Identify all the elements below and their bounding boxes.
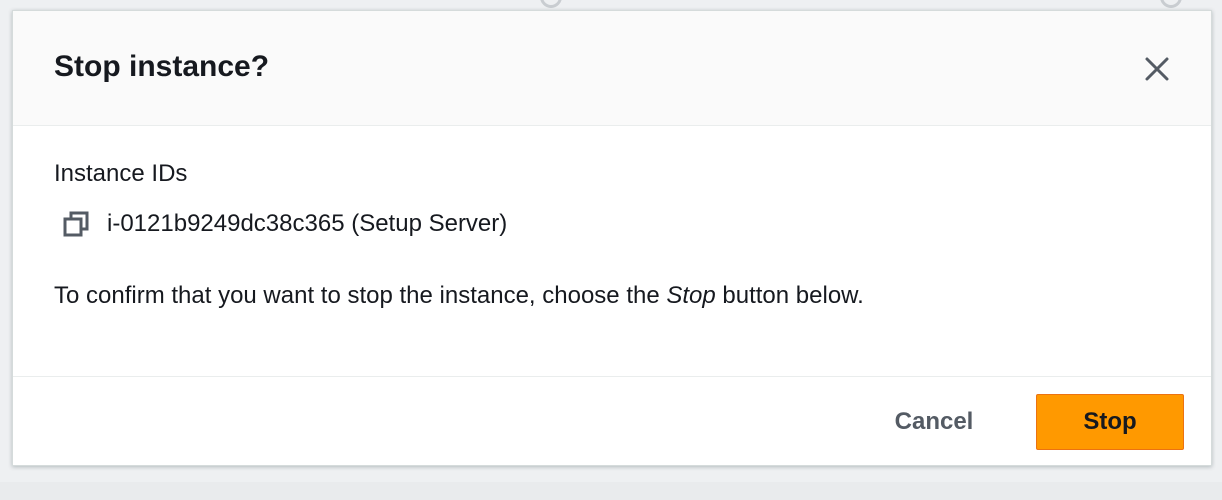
- close-button[interactable]: [1141, 53, 1173, 85]
- close-icon: [1145, 57, 1169, 81]
- instance-id-value: i-0121b9249dc38c365 (Setup Server): [107, 210, 508, 237]
- confirmation-prefix: To confirm that you want to stop the ins…: [54, 282, 667, 309]
- cancel-button[interactable]: Cancel: [869, 394, 999, 450]
- confirmation-emphasis: Stop: [666, 282, 716, 309]
- confirmation-suffix: button below.: [715, 282, 864, 309]
- copy-icon: [63, 211, 89, 237]
- background-row-bottom: [0, 470, 1222, 500]
- modal-title: Stop instance?: [54, 50, 270, 83]
- instance-ids-label: Instance IDs: [54, 160, 188, 187]
- instance-id-row: i-0121b9249dc38c365 (Setup Server): [61, 208, 507, 240]
- stop-button[interactable]: Stop: [1036, 394, 1184, 450]
- confirmation-message: To confirm that you want to stop the ins…: [54, 280, 864, 312]
- modal-header: Stop instance?: [13, 11, 1211, 126]
- modal-footer: Cancel Stop: [13, 376, 1211, 465]
- stop-instance-modal: Stop instance? Instance IDs i-0121b9249d…: [12, 10, 1212, 466]
- modal-body: Instance IDs i-0121b9249dc38c365 (Setup …: [13, 126, 1211, 378]
- copy-button[interactable]: [61, 209, 91, 239]
